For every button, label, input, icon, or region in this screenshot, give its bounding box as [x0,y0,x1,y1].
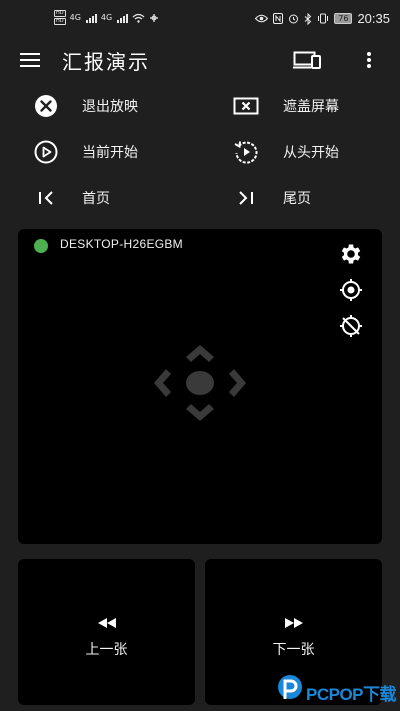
next-slide-label: 下一张 [272,642,315,658]
cover-screen-button[interactable]: 遮盖屏幕 [232,88,392,124]
pcpop-logo-icon [278,675,302,699]
page-title: 汇报演示 [62,50,150,74]
rewind-icon [18,614,195,633]
start-from-beginning-label: 从头开始 [283,145,339,161]
status-bar-right: 76 20:35 [255,11,390,26]
network-label-2: 4G [100,13,113,22]
vibrate-icon [318,13,329,24]
watermark-text: PCPOP下载 [306,685,397,704]
more-options-icon[interactable] [362,50,376,70]
pointer-off-icon[interactable] [338,313,364,339]
cover-screen-icon [233,97,259,115]
exit-slideshow-label: 退出放映 [82,99,138,115]
devices-icon[interactable] [293,50,323,70]
start-from-current-label: 当前开始 [82,145,138,161]
network-label-1: 4G [69,13,81,22]
sim2-label: HD [54,18,66,25]
first-page-icon [39,191,53,205]
start-from-beginning-button[interactable]: 从头开始 [232,134,392,170]
first-page-button[interactable]: 首页 [32,180,192,216]
close-circle-icon [35,95,57,117]
start-from-current-button[interactable]: 当前开始 [32,134,192,170]
bluetooth-icon [304,12,312,25]
watermark: PCPOP下载 [275,673,400,711]
menu-icon[interactable] [20,53,42,67]
status-bar-left: HD HD 4G 4G [54,10,159,25]
signal-icon [85,13,97,23]
exit-slideshow-button[interactable]: 退出放映 [32,88,192,124]
last-page-label: 尾页 [283,191,311,207]
status-bar: HD HD 4G 4G 76 20:35 [0,0,400,40]
previous-slide-label: 上一张 [85,642,128,658]
direction-pad-icon[interactable] [148,341,252,425]
device-name: DESKTOP-H26EGBM [60,237,183,251]
play-circle-icon [34,140,58,164]
status-time: 20:35 [357,11,390,26]
eye-icon [255,14,269,23]
replay-icon [234,141,258,164]
fast-forward-icon [205,614,382,633]
settings-gear-icon[interactable] [338,241,364,267]
alarm-icon [289,14,299,24]
remote-touchpad-panel[interactable]: DESKTOP-H26EGBM [18,229,382,544]
cover-screen-label: 遮盖屏幕 [283,99,339,115]
battery-indicator: 76 [334,13,353,24]
previous-slide-button[interactable]: 上一张 [18,559,195,705]
last-page-button[interactable]: 尾页 [232,180,392,216]
sim1-label: HD [54,10,66,17]
wifi-icon [132,13,145,23]
last-page-icon [239,191,253,205]
app-bar: 汇报演示 [0,40,400,80]
sim-indicator: HD HD [54,10,66,25]
signal-icon-2 [117,13,129,23]
connection-status-dot [34,239,48,253]
data-transfer-icon [150,13,159,22]
first-page-label: 首页 [82,191,110,207]
nfc-icon [273,13,284,24]
target-pointer-icon[interactable] [338,277,364,303]
